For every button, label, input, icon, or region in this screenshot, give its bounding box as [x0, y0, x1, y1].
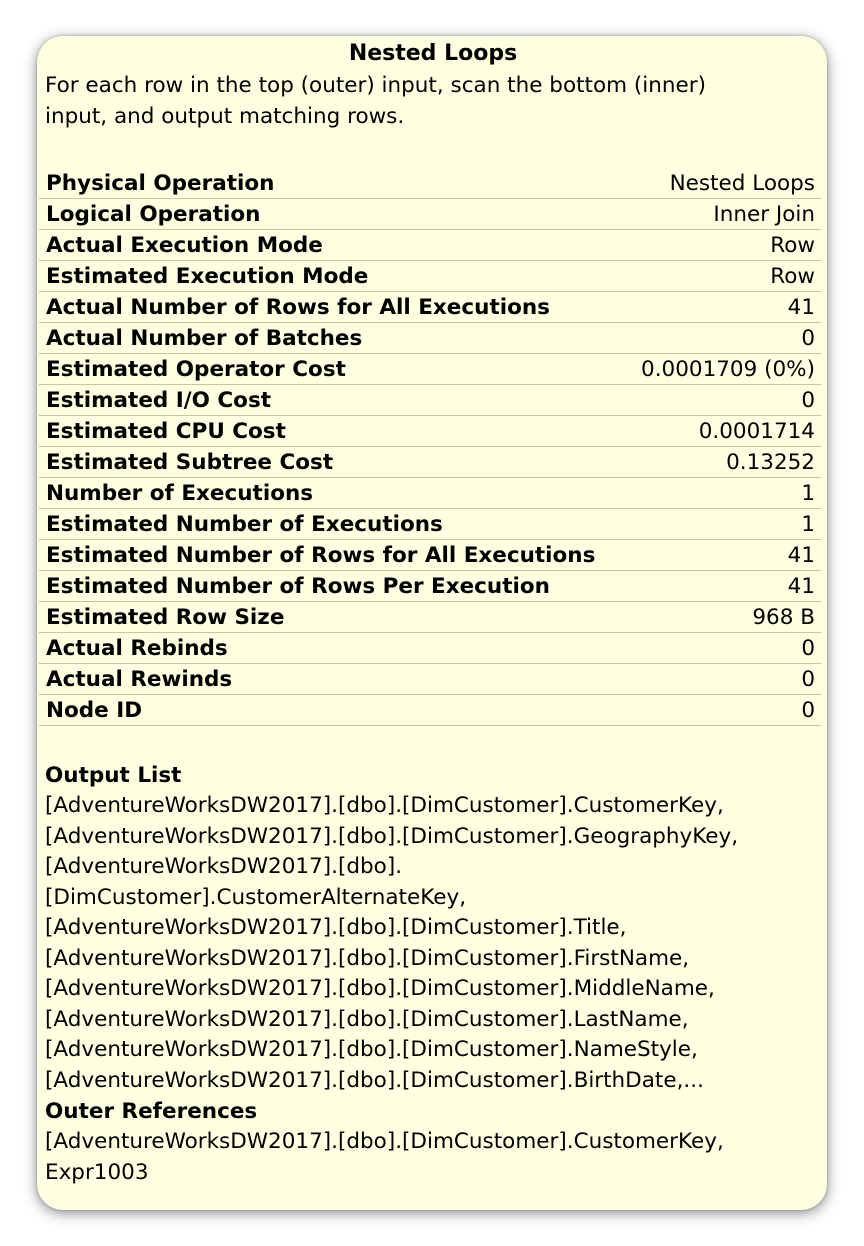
property-name: Actual Rewinds — [46, 666, 233, 692]
property-row: Estimated Number of Rows for All Executi… — [39, 540, 821, 571]
property-name: Estimated CPU Cost — [46, 418, 286, 444]
output-list-item: [AdventureWorksDW2017].[dbo].[DimCustome… — [45, 793, 724, 818]
tooltip-title: Nested Loops — [348, 41, 518, 66]
property-name: Estimated Number of Rows for All Executi… — [46, 542, 596, 568]
property-value: 0.13252 — [726, 449, 815, 475]
property-row: Actual Number of Batches 0 — [39, 323, 821, 354]
outer-reference-item: Expr1003 — [45, 1159, 149, 1185]
property-value: 0 — [801, 635, 815, 661]
property-row: Actual Execution Mode Row — [39, 230, 821, 261]
property-name: Logical Operation — [46, 201, 261, 227]
property-row: Estimated Number of Executions 1 — [39, 509, 821, 540]
property-value: 0 — [801, 387, 815, 413]
property-row: Node ID 0 — [39, 695, 821, 726]
property-row: Estimated CPU Cost 0.0001714 — [39, 416, 821, 447]
property-name: Actual Execution Mode — [46, 232, 323, 258]
property-value: 0 — [801, 697, 815, 723]
property-row: Estimated Number of Rows Per Execution 4… — [39, 571, 821, 602]
output-list-item: [AdventureWorksDW2017].[dbo].[DimCustome… — [45, 945, 690, 971]
property-name: Estimated Operator Cost — [46, 356, 346, 382]
outer-references-heading: Outer References — [45, 1099, 258, 1124]
property-name: Actual Rebinds — [46, 635, 228, 661]
property-value: Row — [770, 263, 815, 289]
property-name: Physical Operation — [46, 170, 275, 196]
property-value: 41 — [787, 294, 815, 320]
property-row: Logical Operation Inner Join — [39, 199, 821, 230]
output-list-item: [AdventureWorksDW2017].[dbo].[DimCustome… — [45, 1037, 698, 1062]
property-name: Actual Number of Rows for All Executions — [46, 294, 550, 320]
property-name: Estimated Number of Executions — [46, 511, 443, 537]
property-value: 41 — [787, 573, 815, 599]
property-row: Estimated Execution Mode Row — [39, 261, 821, 292]
output-list-item: [AdventureWorksDW2017].[dbo].[DimCustome… — [45, 823, 739, 849]
outer-references-list: [AdventureWorksDW2017].[dbo].[DimCustome… — [45, 1127, 821, 1188]
property-value: 0.0001714 — [698, 418, 815, 444]
property-value: 0 — [801, 666, 815, 692]
property-row: Physical Operation Nested Loops — [39, 168, 821, 199]
output-list-item: [AdventureWorksDW2017].[dbo].[DimCustome… — [45, 1067, 704, 1093]
property-value: 0.0001709 (0%) — [641, 356, 815, 382]
output-list-item: [AdventureWorksDW2017].[dbo].[DimCustome… — [45, 976, 715, 1001]
property-value: Inner Join — [713, 201, 815, 227]
property-value: 968 B — [752, 604, 815, 630]
output-list-heading: Output List — [45, 763, 182, 788]
property-row: Estimated Operator Cost 0.0001709 (0%) — [39, 354, 821, 385]
properties-table: Physical Operation Nested Loops Logical … — [39, 168, 821, 726]
property-row: Estimated I/O Cost 0 — [39, 385, 821, 416]
property-name: Estimated I/O Cost — [46, 387, 272, 413]
output-list-item: [AdventureWorksDW2017].[dbo]. — [45, 854, 403, 879]
property-name: Actual Number of Batches — [46, 325, 363, 351]
output-list-item: [AdventureWorksDW2017].[dbo].[DimCustome… — [45, 1006, 689, 1032]
property-row: Estimated Subtree Cost 0.13252 — [39, 447, 821, 478]
property-row: Estimated Row Size 968 B — [39, 602, 821, 633]
property-row: Actual Number of Rows for All Executions… — [39, 292, 821, 323]
property-name: Estimated Execution Mode — [46, 263, 369, 289]
operator-tooltip: Nested Loops For each row in the top (ou… — [37, 36, 827, 1210]
property-name: Node ID — [46, 697, 143, 723]
output-list: [AdventureWorksDW2017].[dbo]. [DimCustome… — [45, 791, 821, 1096]
property-name: Estimated Subtree Cost — [46, 449, 334, 475]
property-value: Row — [770, 232, 815, 258]
property-name: Estimated Number of Rows Per Execution — [46, 573, 550, 599]
property-value: 1 — [801, 511, 815, 537]
property-value: 1 — [801, 480, 815, 506]
property-row: Number of Executions 1 — [39, 478, 821, 509]
property-name: Number of Executions — [46, 480, 314, 506]
property-value: 41 — [787, 542, 815, 568]
property-row: Actual Rebinds 0 — [39, 633, 821, 664]
property-name: Estimated Row Size — [46, 604, 285, 630]
outer-reference-item: [AdventureWorksDW2017].[dbo].[DimCustome… — [45, 1129, 724, 1154]
output-list-item: [AdventureWorksDW2017].[dbo].[DimCustome… — [45, 915, 627, 940]
property-value: Nested Loops — [669, 170, 815, 196]
output-list-item: [DimCustomer].CustomerAlternateKey, — [45, 884, 467, 910]
tooltip-description: For each row in the top (outer) input, s… — [45, 73, 706, 129]
property-row: Actual Rewinds 0 — [39, 664, 821, 695]
property-value: 0 — [801, 325, 815, 351]
